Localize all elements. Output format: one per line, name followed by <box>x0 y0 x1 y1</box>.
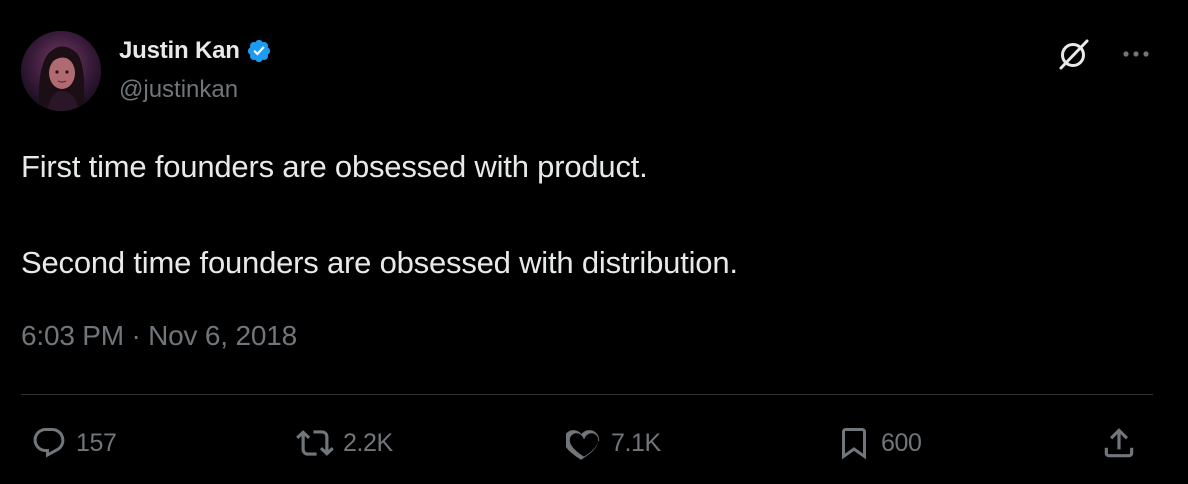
tweet-top-actions <box>1054 34 1152 74</box>
share-icon <box>1104 428 1134 458</box>
author-handle[interactable]: @justinkan <box>119 76 238 104</box>
avatar[interactable] <box>21 31 101 111</box>
author-name-row: Justin Kan <box>119 35 272 67</box>
repost-button[interactable]: 2.2K <box>296 420 393 466</box>
repost-icon <box>296 430 334 456</box>
bookmark-icon <box>842 428 866 460</box>
like-button[interactable]: 7.1K <box>566 420 661 466</box>
tweet-text-line: Second time founders are obsessed with d… <box>21 245 738 280</box>
verified-badge-icon <box>246 38 272 64</box>
tweet-text-line: First time founders are obsessed with pr… <box>21 149 648 184</box>
bookmark-button[interactable]: 600 <box>836 420 922 466</box>
author-display-name[interactable]: Justin Kan <box>119 37 240 65</box>
reply-button[interactable]: 157 <box>31 420 117 466</box>
like-count: 7.1K <box>611 428 661 457</box>
divider <box>21 394 1153 395</box>
tweet-timestamp[interactable]: 6:03 PM · Nov 6, 2018 <box>21 320 297 352</box>
reply-count: 157 <box>76 428 117 457</box>
grok-icon[interactable] <box>1054 34 1094 74</box>
engagement-bar: 157 2.2K 7.1K 600 <box>0 420 1188 468</box>
avatar-photo <box>21 31 101 111</box>
more-icon[interactable] <box>1120 38 1152 70</box>
bookmark-count: 600 <box>881 428 922 457</box>
tweet-card: Justin Kan @justinkan First time founder… <box>0 0 1188 484</box>
share-button[interactable] <box>1100 420 1138 466</box>
reply-icon <box>33 428 65 458</box>
tweet-text: First time founders are obsessed with pr… <box>21 143 1141 287</box>
heart-icon <box>566 430 600 460</box>
repost-count: 2.2K <box>343 428 393 457</box>
